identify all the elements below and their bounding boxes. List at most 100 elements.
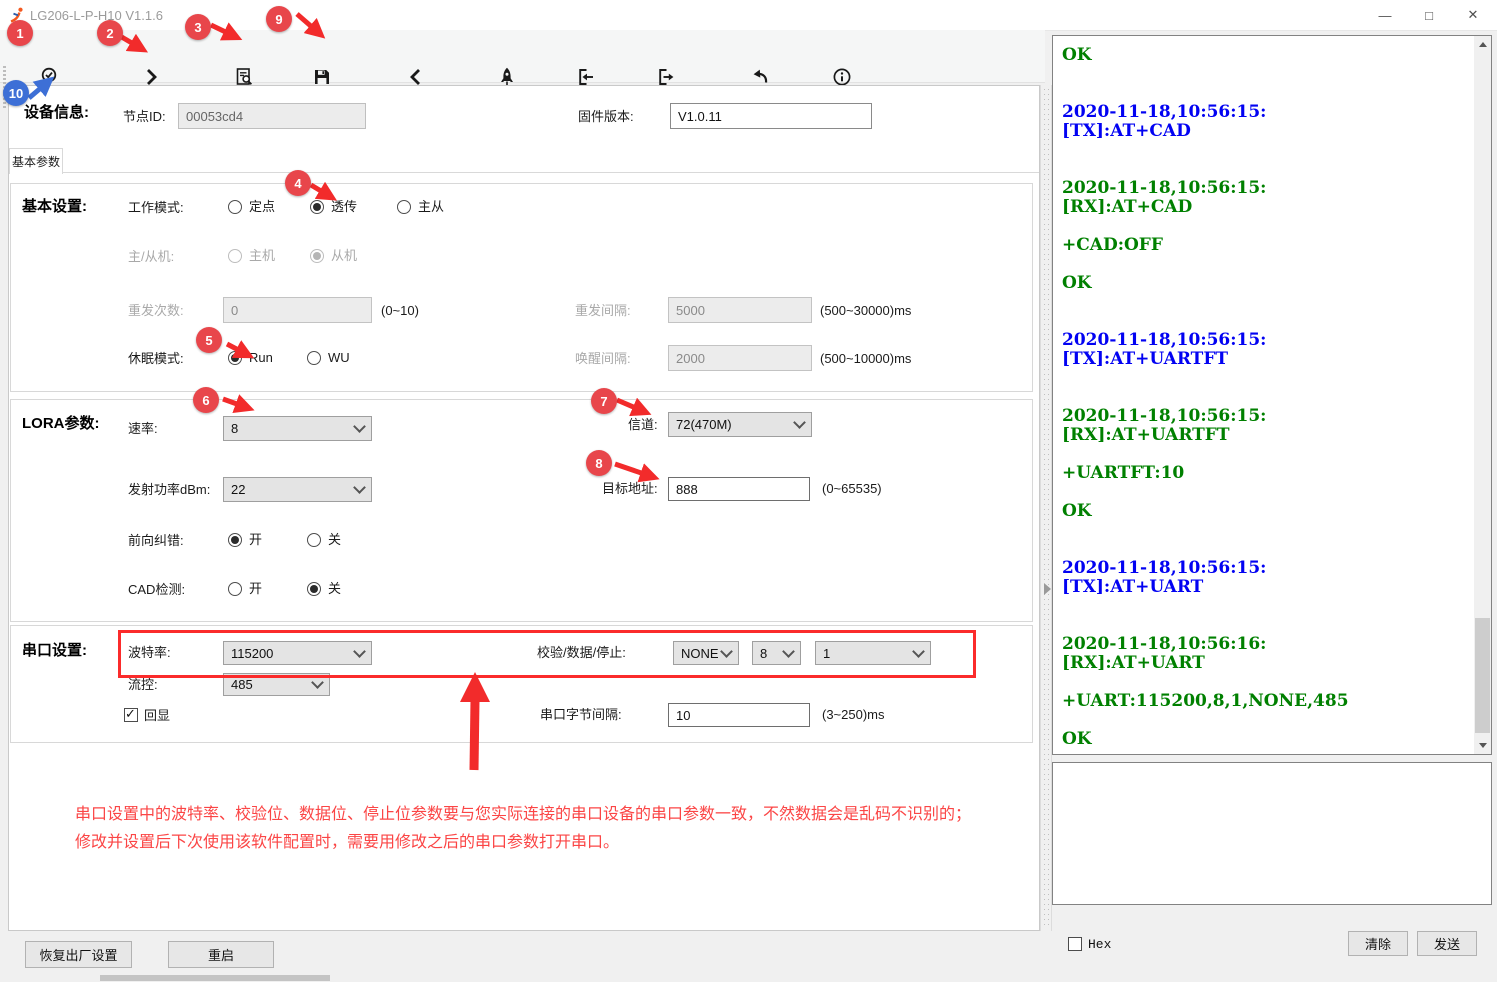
- radio-icon: [310, 249, 324, 263]
- restart-button[interactable]: 重启: [168, 941, 274, 968]
- h-scrollbar-thumb[interactable]: [100, 975, 330, 981]
- scroll-down-icon[interactable]: [1474, 737, 1491, 754]
- rate-label: 速率:: [128, 421, 158, 437]
- window-title: LG206-L-P-H10 V1.1.6: [30, 8, 163, 23]
- wake-interval-field: 2000: [668, 345, 812, 371]
- wake-interval-range: (500~10000)ms: [820, 351, 911, 367]
- log-content: OK 2020-11-18,10:56:15:[TX]:AT+CAD 2020-11…: [1062, 46, 1467, 752]
- chevron-down-icon: [353, 420, 366, 433]
- work-mode-radio-master-slave[interactable]: 主从: [397, 199, 444, 215]
- log-entry: 2020-11-18,10:56:15:[TX]:AT+CAD: [1062, 103, 1467, 141]
- work-mode-radio-fixed[interactable]: 定点: [228, 199, 275, 215]
- master-slave-label: 主/从机:: [128, 249, 174, 265]
- log-entry: 2020-11-18,10:56:15:[RX]:AT+UARTFT: [1062, 407, 1467, 445]
- log-entry: 2020-11-18,10:56:15:[TX]:AT+UARTFT: [1062, 331, 1467, 369]
- log-scrollbar[interactable]: [1474, 36, 1491, 754]
- restore-factory-button[interactable]: 恢复出厂设置: [25, 941, 132, 968]
- resend-interval-label: 重发间隔:: [575, 303, 631, 319]
- log-output[interactable]: OK 2020-11-18,10:56:15:[TX]:AT+CAD 2020-11…: [1052, 35, 1492, 755]
- sleep-mode-label: 休眠模式:: [128, 351, 184, 367]
- radio-label: 从机: [331, 248, 357, 264]
- work-mode-label: 工作模式:: [128, 200, 184, 216]
- radio-icon: [307, 533, 321, 547]
- step-badge-3: 3: [185, 14, 211, 40]
- clear-button[interactable]: 清除: [1348, 931, 1408, 956]
- rate-select[interactable]: 8: [223, 416, 372, 441]
- byte-interval-field[interactable]: 10: [668, 703, 810, 727]
- hex-checkbox[interactable]: [1068, 937, 1082, 951]
- scroll-up-icon[interactable]: [1474, 36, 1491, 53]
- cad-label: CAD检测:: [128, 582, 185, 598]
- radio-label: 关: [328, 581, 341, 597]
- minimize-button[interactable]: —: [1370, 4, 1400, 26]
- work-mode-radio-transparent[interactable]: 透传: [310, 199, 357, 215]
- resend-count-field: 0: [223, 297, 372, 323]
- sleep-mode-radio-wu[interactable]: WU: [307, 350, 350, 366]
- echo-checkbox[interactable]: [124, 708, 138, 722]
- radio-icon: [310, 200, 324, 214]
- radio-label: 透传: [331, 199, 357, 215]
- target-addr-field[interactable]: 888: [668, 477, 810, 501]
- scrollbar-thumb[interactable]: [1475, 618, 1490, 733]
- radio-label: 主从: [418, 199, 444, 215]
- step-badge-10: 10: [3, 80, 29, 106]
- log-entry: 2020-11-18,10:56:15:[RX]:AT+CAD: [1062, 179, 1467, 217]
- node-id-field[interactable]: 00053cd4: [178, 103, 366, 129]
- step-badge-5: 5: [196, 327, 222, 353]
- highlight-rectangle: [118, 630, 976, 678]
- lora-params-title: LORA参数:: [22, 416, 100, 432]
- radio-label: 关: [328, 532, 341, 548]
- byte-interval-label: 串口字节间隔:: [540, 707, 622, 723]
- log-entry: OK: [1062, 46, 1467, 65]
- flow-label: 流控:: [128, 677, 158, 693]
- radio-label: 主机: [249, 248, 275, 264]
- log-entry: +UARTFT:10: [1062, 464, 1467, 483]
- fec-label: 前向纠错:: [128, 533, 184, 549]
- cad-radio-on[interactable]: 开: [228, 581, 262, 597]
- warning-text-line2: 修改并设置后下次使用该软件配置时，需要用修改之后的串口参数打开串口。: [75, 828, 619, 852]
- slave-radio: 从机: [310, 248, 357, 264]
- serial-settings-title: 串口设置:: [22, 643, 87, 659]
- tx-power-select[interactable]: 22: [223, 477, 372, 502]
- radio-label: WU: [328, 350, 350, 366]
- select-value: 72(470M): [676, 417, 795, 432]
- radio-icon: [397, 200, 411, 214]
- send-button[interactable]: 发送: [1417, 931, 1477, 956]
- tx-power-label: 发射功率dBm:: [128, 482, 210, 498]
- radio-icon: [307, 582, 321, 596]
- sleep-mode-radio-run[interactable]: Run: [228, 350, 273, 366]
- cad-radio-off[interactable]: 关: [307, 581, 341, 597]
- channel-label: 信道:: [628, 417, 658, 433]
- firmware-field[interactable]: V1.0.11: [670, 103, 872, 129]
- log-entry: 2020-11-18,10:56:16:[RX]:AT+UART: [1062, 635, 1467, 673]
- resend-count-label: 重发次数:: [128, 303, 184, 319]
- tab-strip: [9, 172, 1039, 173]
- log-entry: +CAD:OFF: [1062, 236, 1467, 255]
- panel-splitter[interactable]: [1040, 85, 1052, 931]
- fec-radio-off[interactable]: 关: [307, 532, 341, 548]
- maximize-button[interactable]: □: [1414, 4, 1444, 26]
- fec-radio-on[interactable]: 开: [228, 532, 262, 548]
- splitter-collapse-icon[interactable]: [1044, 583, 1051, 595]
- log-entry: OK: [1062, 730, 1467, 749]
- radio-icon: [228, 249, 242, 263]
- step-badge-9: 9: [266, 6, 292, 32]
- close-button[interactable]: ✕: [1458, 4, 1488, 26]
- firmware-label: 固件版本:: [578, 109, 634, 125]
- title-bar: LG206-L-P-H10 V1.1.6 — □ ✕: [0, 0, 1497, 31]
- step-badge-6: 6: [193, 387, 219, 413]
- tab-basic-params[interactable]: 基本参数: [9, 148, 63, 174]
- channel-select[interactable]: 72(470M): [668, 412, 812, 437]
- target-addr-range: (0~65535): [822, 481, 882, 497]
- wake-interval-label: 唤醒间隔:: [575, 351, 631, 367]
- send-input[interactable]: [1052, 762, 1492, 905]
- resend-count-range: (0~10): [381, 303, 419, 319]
- select-value: 22: [231, 482, 355, 497]
- step-badge-7: 7: [591, 388, 617, 414]
- chevron-down-icon: [793, 416, 806, 429]
- warning-text-line1: 串口设置中的波特率、校验位、数据位、停止位参数要与您实际连接的串口设备的串口参数…: [75, 800, 971, 824]
- radio-icon: [228, 582, 242, 596]
- resend-interval-field: 5000: [668, 297, 812, 323]
- radio-label: 开: [249, 581, 262, 597]
- select-value: 8: [231, 421, 355, 436]
